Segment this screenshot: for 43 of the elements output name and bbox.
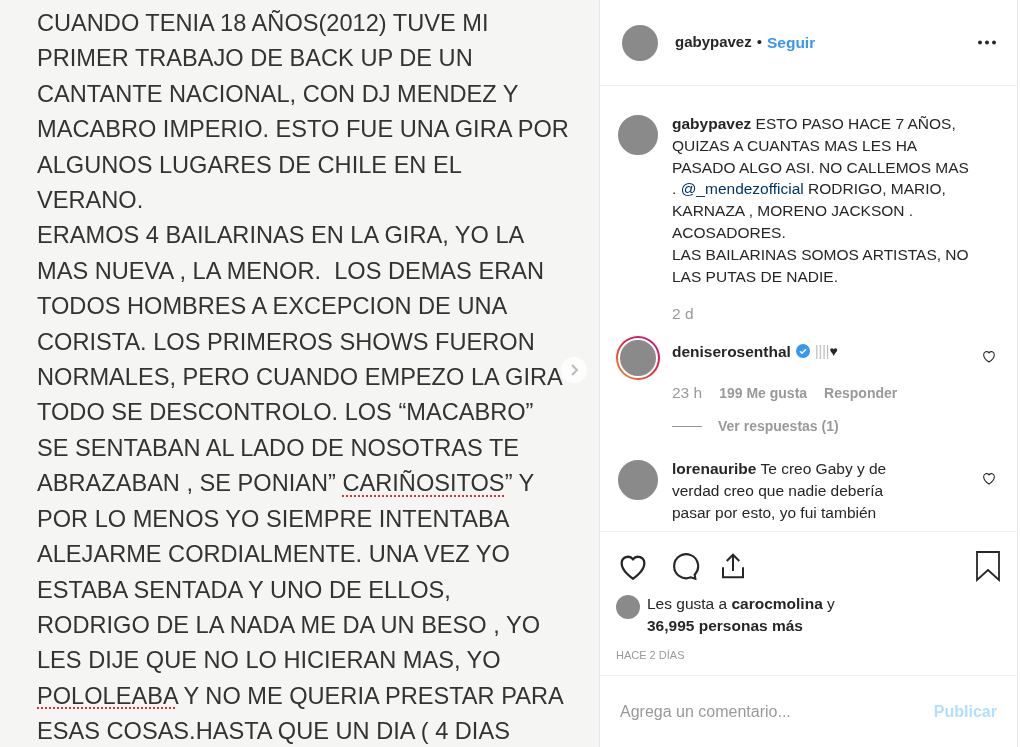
note-text-line: PRIMER TRABAJO DE BACK UP DE UN [37, 44, 473, 74]
follow-button[interactable]: Seguir [766, 30, 816, 55]
note-text-line: ESAS COSAS.HASTA QUE UN DIA ( 4 DIAS [37, 717, 510, 747]
note-text-line: ESTABA SENTADA Y UNO DE ELLOS, [37, 575, 451, 605]
likes-text: Les gusta a carocmolina y 36,995 personas más [647, 593, 835, 636]
note-text-line: POR LO MENOS YO SIEMPRE INTENTABA [37, 504, 510, 534]
note-text-line: NORMALES, PERO CUANDO EMPEZO LA GIRA [37, 363, 563, 393]
liker-avatar[interactable] [616, 594, 640, 619]
like-comment-icon[interactable] [981, 470, 997, 487]
note-text-line: TODO SE DESCONTROLO. LOS “MACABRO” [37, 398, 534, 428]
note-text-line: CANTANTE NACIONAL, CON DJ MENDEZ Y [37, 79, 519, 109]
separator-dot: • [756, 32, 762, 53]
note-text-line: MAS NUEVA , LA MENOR. LOS DEMAS ERAN [37, 256, 544, 286]
comment-username[interactable]: deniserosenthal [672, 339, 791, 363]
likes-count-button[interactable]: 199 Me gusta [719, 382, 808, 404]
note-text-line: RODRIGO DE LA NADA ME DA UN BESO , YO [37, 610, 541, 640]
comment-input[interactable]: Agrega un comentario... [620, 699, 934, 724]
note-text-line: CUANDO TENIA 18 AÑOS(2012) TUVE MI [37, 9, 489, 38]
chevron-right-icon [569, 364, 579, 376]
comment-text: ||||♥ [814, 341, 838, 361]
reply-button[interactable]: Responder [824, 382, 898, 404]
note-text-line: LES DIJE QUE NO LO HICIERAN MAS, YO [37, 646, 501, 676]
post-date: HACE 2 DÍAS [616, 647, 685, 663]
note-text-line: ABRAZABAN , SE PONIAN” CARIÑOSITOS” Y [37, 469, 535, 499]
avatar[interactable] [616, 335, 660, 380]
comment-text: lorenauribe Te creo Gaby y de verdad creo que nadie debería pasar por esto, yo fui también [672, 459, 888, 524]
mention-link[interactable]: @_mendezofficial [680, 180, 804, 198]
view-replies-button[interactable]: Ver respuestas (1) [718, 416, 839, 438]
note-text-line: VERANO. [37, 186, 144, 216]
note-text-line: ALEJARME CORDIALMENTE. UNA VEZ YO [37, 540, 510, 570]
note-text-line: ALGUNOS LUGARES DE CHILE EN EL [37, 150, 462, 180]
caption-text: gabypavez ESTO PASO HACE 7 AÑOS, QUIZAS A CUANTAS MAS LES HA PASADO ALGO ASI. NO CALLEMOS MAS . @_mendezofficial RODRIGO, MARIO, KARNAZA , MORENO JACKSON . ACOSADORES. LAS BAILARINAS SOMOS ARTISTAS, NO LAS PUTAS DE NADIE. [672, 114, 970, 287]
note-text-line: MACABRO IMPERIO. ESTO FUE UNA GIRA POR [37, 115, 569, 145]
note-text-line: SE SENTABAN AL LADO DE NOSOTRAS TE [37, 433, 520, 463]
username-link[interactable]: gabypavez [675, 31, 752, 54]
note-text-line: POLOLEABA Y NO ME QUERIA PRESTAR PARA [37, 681, 564, 711]
note-text-line: CORISTA. LOS PRIMEROS SHOWS FUERON [37, 327, 535, 357]
bookmark-icon[interactable] [975, 549, 1001, 582]
caption-time: 2 d [672, 304, 694, 325]
comment-time: 23 h [672, 382, 703, 403]
note-text-line: TODOS HOMBRES A EXCEPCION DE UNA [37, 292, 508, 322]
note-text-line: ERAMOS 4 BAILARINAS EN LA GIRA, YO LA [37, 221, 525, 251]
more-options-icon[interactable] [977, 40, 997, 45]
